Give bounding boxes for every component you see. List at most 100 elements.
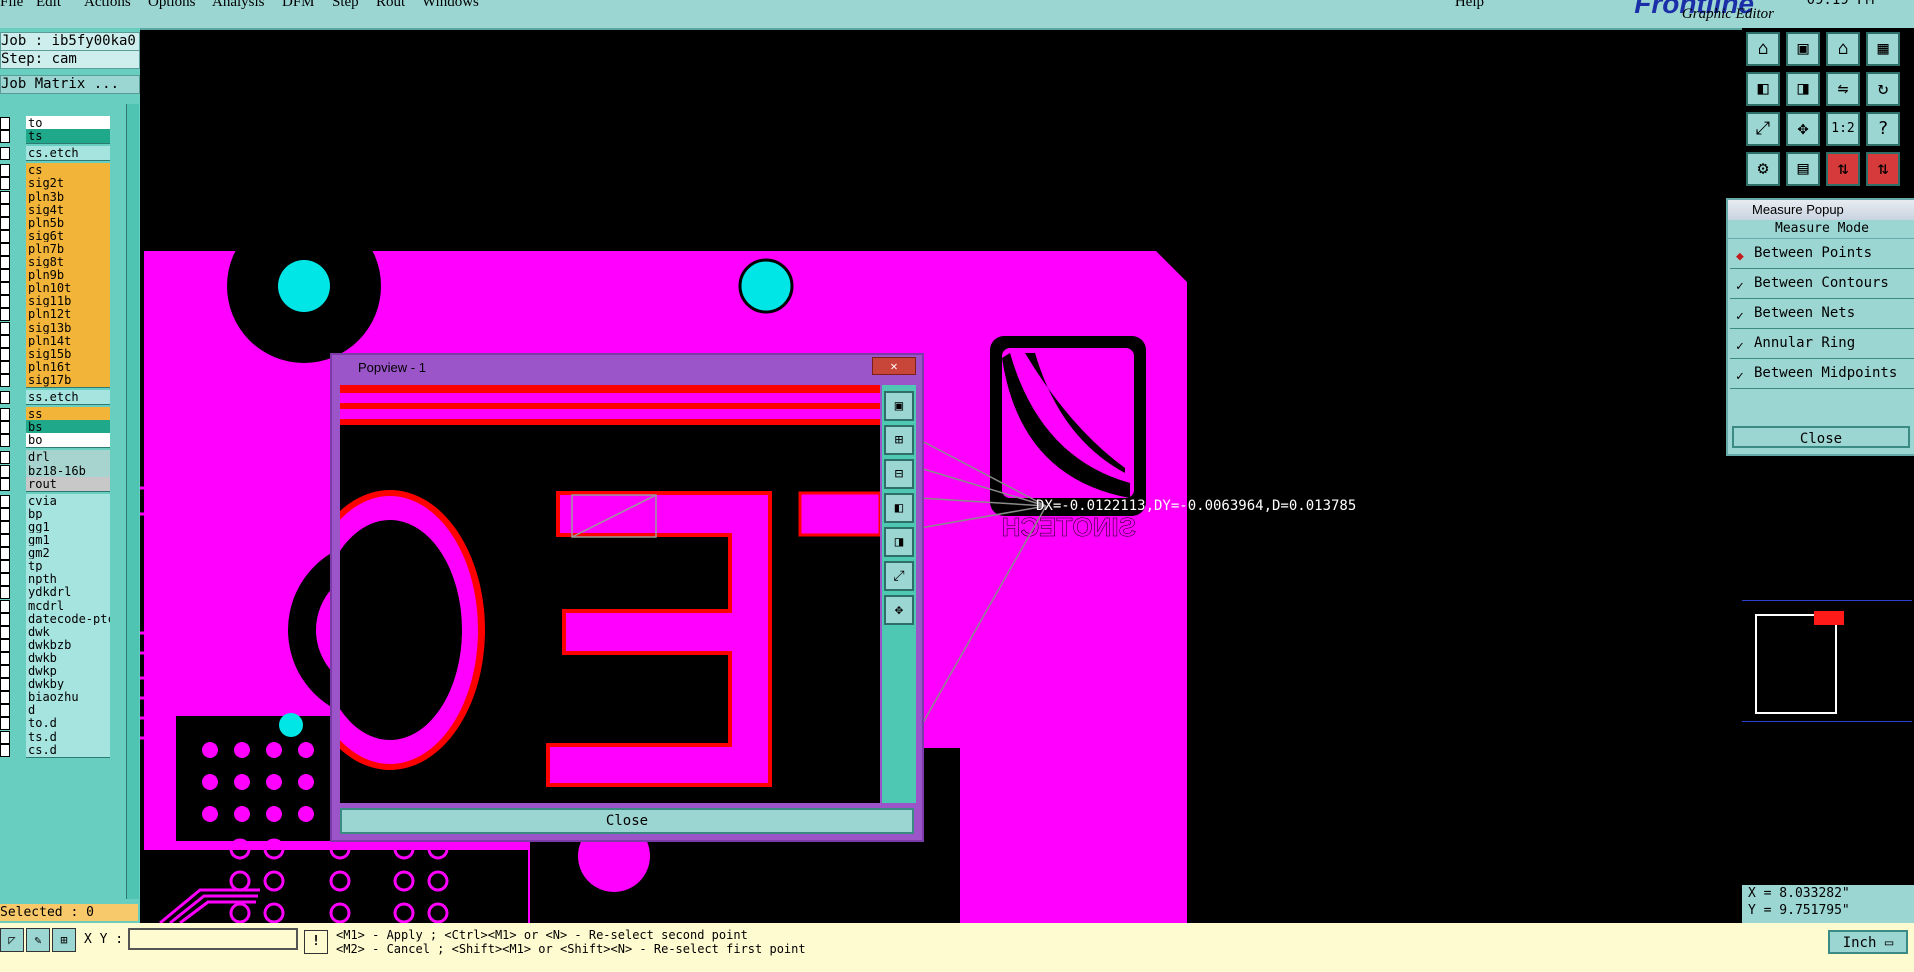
info-icon[interactable]: ! xyxy=(304,930,328,954)
zoom-in-icon[interactable]: ▣ xyxy=(1786,32,1820,66)
select-icon[interactable]: ◸ xyxy=(0,928,24,952)
snap-icon[interactable]: ⊞ xyxy=(52,928,76,952)
layer-checkbox[interactable] xyxy=(0,269,10,283)
pan-left-icon[interactable]: ◧ xyxy=(1746,72,1780,106)
popview-canvas[interactable] xyxy=(340,385,880,803)
layer-row[interactable]: ts.d xyxy=(0,729,132,745)
layer-checkbox[interactable] xyxy=(0,130,10,144)
menu-edit[interactable]: Edit xyxy=(36,0,61,11)
layer-row[interactable]: to.d xyxy=(0,716,132,732)
layer-row[interactable]: pln9b xyxy=(0,268,132,284)
mode-between-midpoints[interactable]: ✓ Between Midpoints xyxy=(1730,361,1914,389)
layer-scrollbar[interactable] xyxy=(126,104,139,899)
pv-zoom-out-icon[interactable]: ⊟ xyxy=(884,459,914,489)
layer-checkbox[interactable] xyxy=(0,117,10,130)
layer-checkbox[interactable] xyxy=(0,464,10,478)
layer-row[interactable]: sig4t xyxy=(0,202,132,218)
layer-row[interactable]: d xyxy=(0,703,132,719)
layer-row[interactable]: cs.etch xyxy=(0,146,132,162)
layer-row[interactable]: dwkbzb xyxy=(0,637,132,653)
layer-checkbox[interactable] xyxy=(0,242,10,256)
layer-checkbox[interactable] xyxy=(0,477,10,491)
measure-active-icon[interactable]: ⇅ xyxy=(1866,152,1900,186)
layer-row[interactable]: dwkb xyxy=(0,650,132,666)
layer-row[interactable]: biaozhu xyxy=(0,690,132,706)
layer-row[interactable]: mcdrl xyxy=(0,598,132,614)
zoom-home-icon[interactable]: ⌂ xyxy=(1746,32,1780,66)
layer-checkbox[interactable] xyxy=(0,321,10,335)
pv-pan-right-icon[interactable]: ◨ xyxy=(884,527,914,557)
layer-row[interactable]: ss xyxy=(0,407,132,423)
layer-checkbox[interactable] xyxy=(0,507,10,521)
menu-actions[interactable]: Actions xyxy=(84,0,131,11)
layer-checkbox[interactable] xyxy=(0,334,10,348)
layer-row[interactable]: cs xyxy=(0,163,132,179)
layer-row[interactable]: ydkdrl xyxy=(0,585,132,601)
scale-1-2-icon[interactable]: 1:2 xyxy=(1826,112,1860,146)
menu-dfm[interactable]: DFM xyxy=(282,0,315,11)
draw-icon[interactable]: ✎ xyxy=(26,928,50,952)
layer-checkbox[interactable] xyxy=(0,147,10,161)
layer-row[interactable]: ss.etch xyxy=(0,390,132,405)
layer-checkbox[interactable] xyxy=(0,520,10,534)
layer-checkbox[interactable] xyxy=(0,373,10,387)
layer-checkbox[interactable] xyxy=(0,704,10,718)
fit-icon[interactable]: ⤢ xyxy=(1746,112,1780,146)
layer-row[interactable]: to xyxy=(0,116,132,131)
layer-row[interactable]: dwkp xyxy=(0,664,132,679)
layer-checkbox[interactable] xyxy=(0,282,10,296)
menu-rout[interactable]: Rout xyxy=(376,0,405,11)
layer-checkbox[interactable] xyxy=(0,295,10,309)
layer-checkbox[interactable] xyxy=(0,421,10,435)
layer-row[interactable]: cvia xyxy=(0,493,132,509)
layer-row[interactable]: rout xyxy=(0,476,132,492)
layer-row[interactable]: sig13b xyxy=(0,320,132,336)
layer-row[interactable]: pln3b xyxy=(0,189,132,205)
layer-row[interactable]: pln14t xyxy=(0,333,132,349)
xy-input[interactable] xyxy=(128,928,298,950)
layer-checkbox[interactable] xyxy=(0,573,10,587)
layer-row[interactable]: bs xyxy=(0,420,132,436)
layer-checkbox[interactable] xyxy=(0,638,10,652)
layer-row[interactable]: drl xyxy=(0,450,132,466)
measure-icon[interactable]: ⇅ xyxy=(1826,152,1860,186)
layer-checkbox[interactable] xyxy=(0,586,10,600)
mode-between-points[interactable]: ◆ Between Points xyxy=(1730,241,1914,269)
layer-row[interactable]: gm2 xyxy=(0,546,132,562)
close-icon[interactable]: ✕ xyxy=(872,357,916,375)
layer-row[interactable]: ts xyxy=(0,129,132,145)
layer-row[interactable]: dwk xyxy=(0,624,132,640)
layer-row[interactable]: tp xyxy=(0,559,132,575)
layer-row[interactable]: pln7b xyxy=(0,241,132,257)
layer-checkbox[interactable] xyxy=(0,534,10,547)
layer-checkbox[interactable] xyxy=(0,730,10,744)
home-icon[interactable]: ⌂ xyxy=(1826,32,1860,66)
layer-checkbox[interactable] xyxy=(0,743,10,757)
layer-checkbox[interactable] xyxy=(0,625,10,639)
layer-row[interactable]: datecode-ptc xyxy=(0,611,132,627)
layer-row[interactable]: dwkby xyxy=(0,677,132,693)
layer-checkbox[interactable] xyxy=(0,547,10,561)
layer-checkbox[interactable] xyxy=(0,308,10,322)
layer-checkbox[interactable] xyxy=(0,216,10,230)
layer-checkbox[interactable] xyxy=(0,599,10,613)
layer-checkbox[interactable] xyxy=(0,651,10,665)
mode-between-contours[interactable]: ✓ Between Contours xyxy=(1730,271,1914,299)
layer-checkbox[interactable] xyxy=(0,347,10,361)
layer-checkbox[interactable] xyxy=(0,665,10,678)
layer-row[interactable]: bz18-16b xyxy=(0,463,132,479)
center-icon[interactable]: ✥ xyxy=(1786,112,1820,146)
layer-checkbox[interactable] xyxy=(0,408,10,422)
help-icon[interactable]: ? xyxy=(1866,112,1900,146)
popview-close-button[interactable]: Close xyxy=(340,808,914,834)
layer-row[interactable]: sig11b xyxy=(0,294,132,310)
layer-checkbox[interactable] xyxy=(0,190,10,204)
layer-checkbox[interactable] xyxy=(0,678,10,692)
settings-icon[interactable]: ⚙ xyxy=(1746,152,1780,186)
layer-checkbox[interactable] xyxy=(0,360,10,374)
layer-row[interactable]: npth xyxy=(0,572,132,588)
menu-windows[interactable]: Windows xyxy=(422,0,479,11)
menu-analysis[interactable]: Analysis xyxy=(212,0,265,11)
pan-right-icon[interactable]: ◨ xyxy=(1786,72,1820,106)
layer-row[interactable]: bp xyxy=(0,506,132,522)
